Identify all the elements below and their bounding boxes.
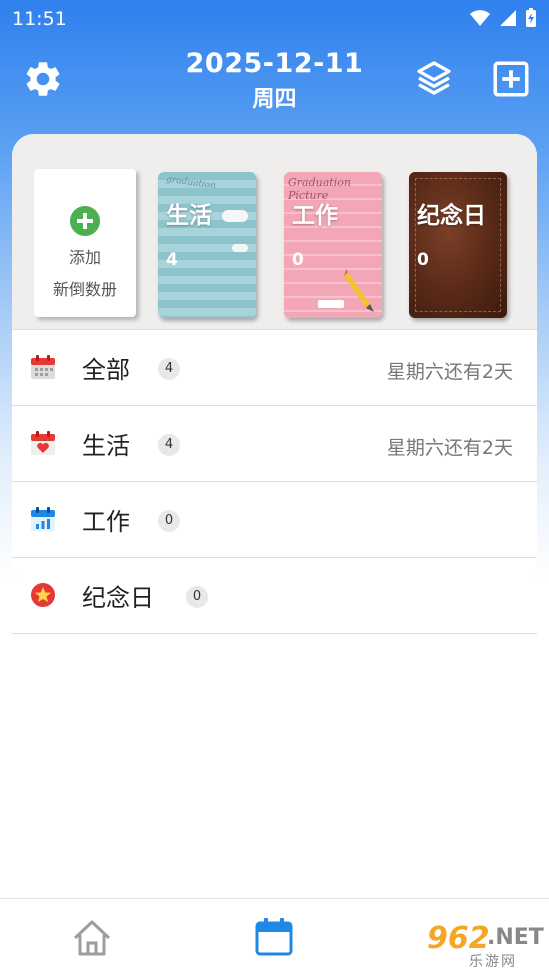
- countdown-text: 星期六还有2天: [386, 361, 513, 383]
- countdown-text: 星期六还有2天: [386, 437, 513, 459]
- cloud-icon: [222, 210, 248, 222]
- book-work-tag: [318, 300, 344, 308]
- book-anniversary-count: 0: [417, 250, 429, 270]
- current-weekday: 周四: [252, 87, 297, 112]
- list-item-anniversary[interactable]: 纪念日 0: [12, 558, 537, 634]
- app-header: 2025-12-11 周四: [0, 40, 549, 120]
- book-work-title: 工作: [292, 203, 338, 229]
- book-shelf: 添加 新倒数册 graduation 生活 4 Graduation Pictu…: [12, 134, 537, 330]
- add-countdown-button[interactable]: [490, 58, 532, 100]
- calendar-chart-icon: [31, 507, 55, 531]
- list-item-label: 全部: [82, 356, 130, 384]
- list-item-label: 纪念日: [82, 584, 154, 612]
- star-badge-icon: [31, 583, 55, 607]
- bottom-nav: 962 .NET 乐游网: [0, 898, 549, 976]
- home-icon: [73, 920, 111, 956]
- book-anniversary-title: 纪念日: [417, 203, 486, 229]
- cloud-icon: [232, 244, 248, 252]
- count-badge: 4: [158, 434, 180, 456]
- calendar-grid-icon: [31, 355, 55, 379]
- nav-calendar[interactable]: [254, 917, 294, 957]
- add-book-label-1: 添加: [68, 248, 101, 267]
- status-time: 11:51: [12, 8, 67, 30]
- nav-home[interactable]: [72, 919, 112, 957]
- layers-icon: [417, 61, 451, 95]
- calendar-heart-icon: [31, 431, 55, 455]
- list-item-all[interactable]: 全部 4 星期六还有2天: [12, 330, 537, 406]
- book-anniversary[interactable]: 纪念日 0: [409, 172, 507, 318]
- list-item-work[interactable]: 工作 0: [12, 482, 537, 558]
- current-date: 2025-12-11: [185, 48, 364, 79]
- count-badge: 0: [186, 586, 208, 608]
- book-life[interactable]: graduation 生活 4: [158, 172, 256, 318]
- add-book-button[interactable]: 添加 新倒数册: [34, 169, 136, 317]
- watermark-sub: 乐游网: [469, 954, 517, 970]
- add-circle-icon: [70, 206, 100, 236]
- status-bar: 11:51: [0, 0, 549, 38]
- calendar-icon: [255, 918, 293, 956]
- book-life-decoration: graduation: [165, 174, 217, 192]
- count-badge: 0: [158, 510, 180, 532]
- list-item-life[interactable]: 生活 4 星期六还有2天: [12, 406, 537, 482]
- layers-button[interactable]: [414, 58, 454, 98]
- add-book-label-2: 新倒数册: [52, 280, 117, 299]
- battery-icon: [526, 8, 536, 27]
- list-item-label: 生活: [82, 432, 130, 460]
- count-badge: 4: [158, 358, 180, 380]
- status-icons: [469, 8, 537, 28]
- watermark-net: .NET: [487, 925, 544, 950]
- site-watermark: 962 .NET 乐游网: [403, 921, 544, 971]
- category-list: 全部 4 星期六还有2天 生活 4 星期六还有2天 工作 0 纪念日 0: [12, 330, 537, 634]
- book-life-title: 生活: [166, 203, 212, 229]
- plus-square-icon: [493, 61, 529, 97]
- book-work-count: 0: [292, 250, 304, 270]
- list-item-label: 工作: [82, 508, 130, 536]
- date-display: 2025-12-11 周四: [0, 48, 549, 113]
- book-work[interactable]: Graduation Picture 工作 0: [284, 172, 382, 318]
- signal-icon: [500, 10, 516, 26]
- book-life-count: 4: [166, 250, 178, 270]
- pencil-icon: [344, 269, 374, 312]
- wifi-icon: [470, 10, 490, 26]
